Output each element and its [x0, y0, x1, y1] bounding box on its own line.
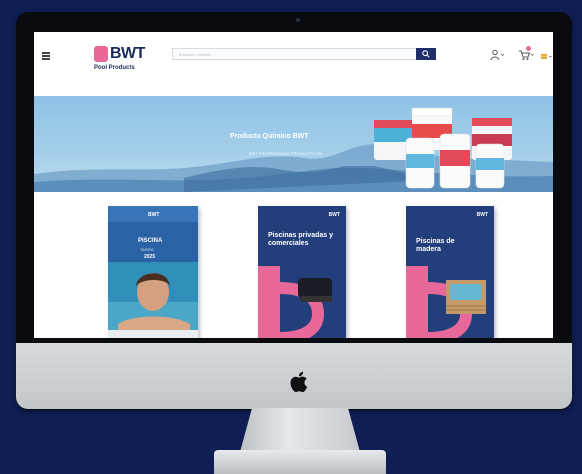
banner-title: Producto Químico BWT — [230, 133, 309, 140]
user-icon[interactable] — [490, 48, 505, 61]
monitor-stand-base — [214, 450, 386, 474]
catalog-card[interactable]: BWT Piscinas privadas y comerciales — [258, 206, 346, 338]
screen: BWT Pool Products Empiece a teclear... P… — [34, 32, 553, 338]
logo-text: BWT — [110, 45, 145, 62]
catalog-card[interactable]: BWT PISCINA TARIFA 2025 — [108, 206, 198, 338]
logo-subtitle: Pool Products — [94, 65, 135, 71]
hamburger-icon[interactable] — [42, 52, 50, 60]
woman-in-pool-image — [108, 262, 198, 338]
logo-mark-icon — [94, 46, 108, 62]
catalog-brand: BWT — [476, 212, 488, 218]
catalog-title: Piscinas de madera — [416, 238, 455, 253]
wooden-pool-image — [406, 266, 486, 338]
search-icon — [422, 50, 430, 58]
catalog-title: PISCINA — [138, 238, 163, 244]
pool-robot-image — [258, 266, 332, 338]
brand-logo[interactable]: BWT Pool Products — [94, 44, 164, 74]
catalog-year: 2025 — [144, 254, 156, 260]
flag-icon[interactable] — [541, 49, 553, 59]
hero-banner[interactable]: Producto Químico BWT BWT PROFESSIONAL PR… — [34, 96, 553, 192]
catalog-card[interactable]: BWT Piscinas de madera — [406, 206, 494, 338]
cart-icon[interactable] — [518, 46, 534, 60]
site-header: BWT Pool Products Empiece a teclear... — [34, 32, 553, 96]
catalog-brand: BWT — [148, 212, 160, 218]
catalog-brand: BWT — [328, 212, 340, 218]
camera-dot — [296, 18, 300, 22]
search-button[interactable] — [416, 48, 436, 60]
catalog-title: Piscinas privadas y comerciales — [268, 232, 333, 247]
catalog-subtitle: TARIFA — [140, 247, 154, 252]
banner-subtitle: BWT PROFESSIONAL PRODUCTS USA — [249, 151, 323, 156]
apple-logo-icon — [290, 371, 308, 393]
cart-badge — [526, 46, 531, 51]
monitor-stand — [240, 408, 360, 452]
chemical-products-image — [374, 107, 512, 189]
catalog-row: BWT PISCINA TARIFA 2025 BWT Piscinas pri… — [34, 192, 553, 338]
search-input[interactable]: Empiece a teclear... — [172, 48, 416, 60]
